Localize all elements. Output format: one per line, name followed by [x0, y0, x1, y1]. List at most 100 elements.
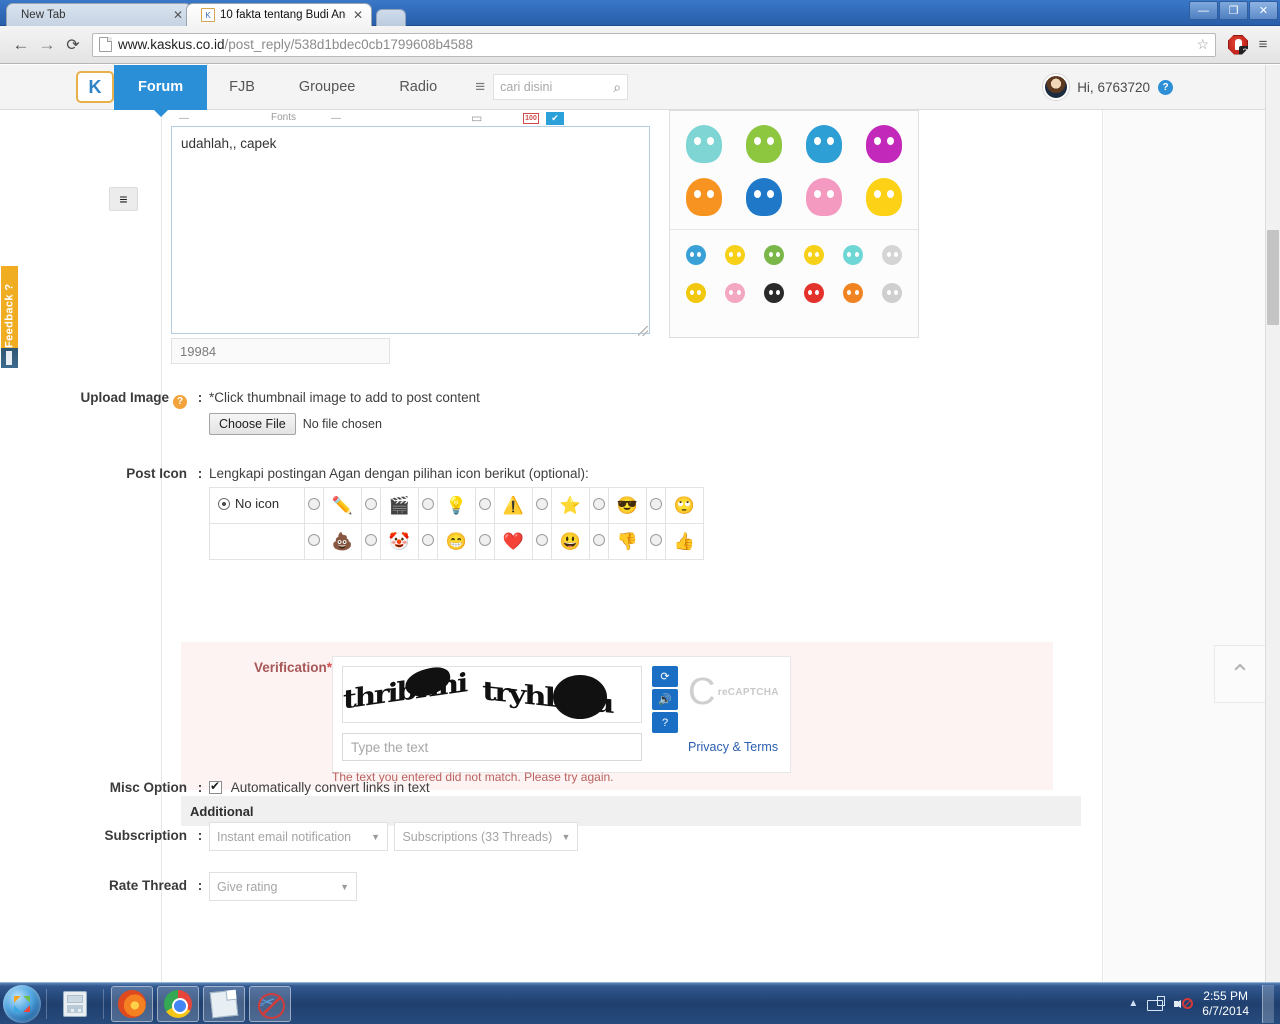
radio-poop[interactable] [308, 533, 320, 546]
radio-clapper[interactable] [365, 497, 377, 510]
emoticon-green-sick-icon[interactable] [764, 245, 785, 265]
radio-cell[interactable] [475, 487, 495, 524]
emoticon-cell[interactable] [794, 236, 833, 274]
radio-thumbs-down[interactable] [593, 533, 605, 546]
emoticon-black-bomb-icon[interactable] [764, 283, 785, 303]
user-area[interactable]: Hi, 6763720 ? [1043, 74, 1173, 100]
radio-cell[interactable] [646, 523, 666, 560]
nav-item-forum[interactable]: Forum [114, 65, 208, 117]
emoticon-cell[interactable] [833, 236, 872, 274]
warning-icon[interactable]: ⚠️ [494, 487, 533, 524]
taskbar-item-chrome[interactable] [157, 985, 199, 1022]
refresh-icon[interactable]: ⟳ [652, 666, 678, 687]
radio-cell[interactable] [304, 523, 324, 560]
emoticon-cell[interactable] [854, 117, 914, 170]
clapper-icon[interactable]: 🎬 [380, 487, 419, 524]
radio-no-icon[interactable] [218, 498, 230, 510]
rolleyes-icon[interactable]: 🙄 [665, 487, 704, 524]
chrome-menu-icon[interactable]: ≡ [1254, 36, 1272, 53]
kaskus-logo[interactable]: K [76, 71, 114, 103]
post-icon-no-icon-cell[interactable]: No icon [209, 487, 305, 524]
post-body-textarea[interactable] [171, 126, 650, 334]
emoticon-cell[interactable] [873, 236, 912, 274]
emoticon-cell[interactable] [734, 117, 794, 170]
close-button[interactable]: ✕ [1249, 1, 1278, 20]
emoticon-cell[interactable] [833, 274, 872, 312]
privacy-terms-link[interactable]: Privacy & Terms [688, 740, 778, 754]
nav-item-groupee[interactable]: Groupee [277, 65, 377, 110]
adblock-extension-icon[interactable]: 2 [1228, 34, 1248, 55]
emoticon-cell[interactable] [794, 117, 854, 170]
emoticon-cell[interactable] [734, 170, 794, 223]
upload-image-help-icon[interactable]: ? [173, 394, 187, 409]
radio-heart[interactable] [479, 533, 491, 546]
radio-smile-blue[interactable] [536, 533, 548, 546]
poop-icon[interactable]: 💩 [323, 523, 362, 560]
page-scrollbar[interactable] [1265, 65, 1280, 982]
toolbar-check-icon[interactable]: ✔ [546, 112, 564, 125]
subscription-mode-select[interactable]: Instant email notification ▼ [209, 822, 388, 851]
nav-item-radio[interactable]: Radio [377, 65, 459, 110]
emoticon-orange-laugh-icon[interactable] [686, 177, 722, 216]
new-tab-button[interactable] [376, 9, 406, 26]
clock[interactable]: 2:55 PM 6/7/2014 [1202, 989, 1249, 1019]
radio-rolleyes[interactable] [650, 497, 662, 510]
emoticon-cell[interactable] [674, 170, 734, 223]
reload-button[interactable]: ⟳ [60, 35, 86, 55]
floating-menu-icon[interactable]: ≡ [109, 187, 138, 211]
emoticon-cell[interactable] [755, 274, 794, 312]
avatar[interactable] [1043, 74, 1070, 100]
taskbar-item-firefox[interactable] [111, 985, 153, 1022]
emoticon-yellow-flat-icon[interactable] [803, 245, 824, 265]
radio-pencil[interactable] [308, 497, 320, 510]
page-scrollbar-thumb[interactable] [1267, 230, 1279, 325]
radio-cell[interactable] [304, 487, 324, 524]
radio-cell[interactable] [418, 487, 438, 524]
toolbar-size-plus[interactable]: — [331, 113, 341, 124]
taskbar-item-notepad[interactable] [203, 985, 245, 1022]
forward-button[interactable]: → [34, 35, 60, 55]
network-icon[interactable] [1147, 996, 1166, 1011]
tab-close-icon[interactable]: ✕ [171, 9, 185, 21]
toolbar-size-minus[interactable]: — [179, 113, 189, 124]
emoticon-blue-worm-icon[interactable] [685, 245, 706, 265]
emoticon-green-lips-icon[interactable] [746, 124, 782, 163]
emoticon-cell[interactable] [794, 170, 854, 223]
emoticon-yellow-icon[interactable] [866, 177, 902, 216]
radio-cell[interactable] [589, 523, 609, 560]
toolbar-quote-icon[interactable]: ▭ [471, 111, 482, 125]
radio-thumbs-up[interactable] [650, 533, 662, 546]
taskbar-item-calculator[interactable] [54, 986, 96, 1022]
cool-icon[interactable]: 😎 [608, 487, 647, 524]
emoticon-red-angry-icon[interactable] [803, 283, 824, 303]
help-icon[interactable]: ? [1158, 79, 1173, 95]
emoticon-grey-arrow-icon[interactable] [882, 245, 903, 265]
emoticon-cyan-alarm-icon[interactable] [842, 245, 863, 265]
browser-tab-kaskus[interactable]: K 10 fakta tentang Budi And ✕ [186, 3, 372, 26]
search-icon[interactable]: ⌕ [613, 79, 621, 96]
radio-cell[interactable] [361, 523, 381, 560]
file-input[interactable]: Choose File No file chosen [209, 413, 480, 435]
star-icon[interactable]: ⭐ [551, 487, 590, 524]
thumbs-down-icon[interactable]: 👎 [608, 523, 647, 560]
radio-star[interactable] [536, 497, 548, 510]
scroll-to-top-button[interactable]: ⌃ [1214, 645, 1266, 703]
start-button[interactable] [3, 984, 41, 1023]
heart-icon[interactable]: ❤️ [494, 523, 533, 560]
tray-expand-icon[interactable]: ▲ [1128, 998, 1138, 1009]
emoticon-cell[interactable] [674, 117, 734, 170]
emoticon-cell[interactable] [794, 274, 833, 312]
emoticon-blue-stare-icon[interactable] [746, 177, 782, 216]
radio-cell[interactable] [475, 523, 495, 560]
maximize-button[interactable]: ❐ [1219, 1, 1248, 20]
emoticon-cell[interactable] [715, 274, 754, 312]
help-icon[interactable]: ? [652, 712, 678, 733]
emoticon-blue-eat-icon[interactable] [806, 124, 842, 163]
emoticon-shy-blue-icon[interactable] [686, 124, 722, 163]
textarea-resize-grip[interactable] [638, 326, 648, 336]
radio-warning[interactable] [479, 497, 491, 510]
radio-cell[interactable] [589, 487, 609, 524]
audio-icon[interactable]: 🔊 [652, 689, 678, 710]
bulb-icon[interactable]: 💡 [437, 487, 476, 524]
radio-cell[interactable] [418, 523, 438, 560]
